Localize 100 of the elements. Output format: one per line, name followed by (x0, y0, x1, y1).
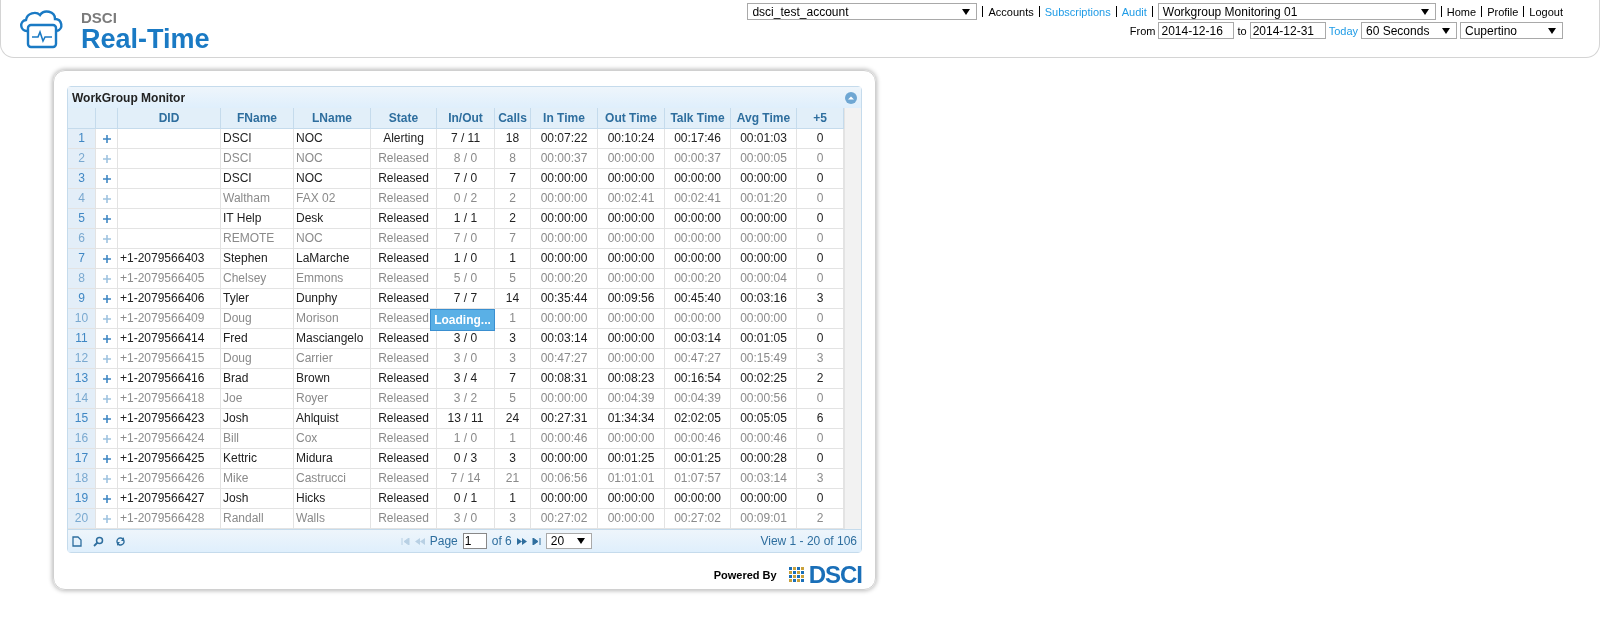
state-cell: Released (378, 311, 429, 325)
calls-cell: 7 (509, 231, 516, 245)
in-time-cell: 00:47:27 (540, 351, 588, 365)
column-header[interactable]: Talk Time (665, 108, 731, 128)
in-time-cell: 00:03:14 (540, 331, 588, 345)
in-time-cell: 00:00:00 (540, 451, 588, 465)
did-cell: +1-2079566423 (120, 411, 205, 425)
first-name-cell: Josh (223, 411, 249, 425)
expand-icon[interactable] (102, 334, 111, 343)
first-name-cell: DSCI (223, 171, 252, 185)
location-select[interactable]: Cupertino (1460, 22, 1563, 39)
did-cell: +1-2079566424 (120, 431, 205, 445)
page-number-field[interactable]: 1 (462, 533, 487, 549)
expand-icon[interactable] (102, 434, 111, 443)
expand-icon[interactable] (102, 234, 111, 243)
state-cell: Released (378, 351, 429, 365)
column-header[interactable]: State (371, 108, 437, 128)
expand-icon[interactable] (102, 514, 111, 523)
last-name-cell: Dunphy (296, 291, 338, 305)
today-link[interactable]: Today (1328, 24, 1358, 37)
expand-icon[interactable] (102, 274, 111, 283)
last-name-cell: Morison (296, 311, 339, 325)
avg-time-cell: 00:00:28 (740, 451, 787, 465)
refresh-icon[interactable] (115, 535, 126, 547)
collapse-icon[interactable] (845, 91, 857, 104)
state-cell: Released (378, 371, 429, 385)
in-out-cell: 7 / 7 (453, 291, 478, 305)
search-icon[interactable] (93, 535, 104, 547)
column-header[interactable]: Avg Time (731, 108, 797, 128)
expand-icon[interactable] (102, 414, 111, 423)
nav-link[interactable]: Logout (1529, 5, 1563, 18)
interval-select[interactable]: 60 Seconds (1361, 22, 1457, 39)
last-name-cell: Desk (296, 211, 324, 225)
expand-icon[interactable] (102, 214, 111, 223)
column-header[interactable]: Out Time (598, 108, 665, 128)
nav-link[interactable]: Audit (1121, 5, 1147, 18)
expand-icon[interactable] (102, 454, 111, 463)
expand-icon[interactable] (102, 294, 111, 303)
nav-link[interactable]: Home (1446, 5, 1477, 18)
to-date-field[interactable]: 2014-12-31 (1249, 22, 1326, 39)
expand-icon[interactable] (102, 154, 111, 163)
calls-cell: 3 (509, 351, 516, 365)
expand-icon[interactable] (102, 194, 111, 203)
rows-per-page-select[interactable]: 20 (545, 533, 592, 549)
did-cell: +1-2079566409 (120, 311, 205, 325)
column-header[interactable]: DID (118, 108, 221, 128)
nav-link[interactable]: Profile (1487, 5, 1519, 18)
extra-cell: 0 (816, 431, 824, 445)
expand-icon[interactable] (102, 314, 111, 323)
in-time-cell: 00:35:44 (540, 291, 588, 305)
column-header[interactable]: LName (294, 108, 371, 128)
expand-icon[interactable] (102, 394, 111, 403)
first-name-cell: Kettric (223, 451, 257, 465)
last-name-cell: LaMarche (296, 251, 350, 265)
avg-time-cell: 00:00:00 (740, 211, 787, 225)
did-cell: +1-2079566426 (120, 471, 205, 485)
row-number: 12 (68, 349, 96, 368)
calls-cell: 7 (509, 371, 516, 385)
talk-time-cell: 02:02:05 (674, 411, 721, 425)
did-cell: +1-2079566415 (120, 351, 205, 365)
state-cell: Released (378, 411, 429, 425)
page-count: of 6 (491, 534, 512, 548)
from-date-field[interactable]: 2014-12-16 (1158, 22, 1235, 39)
column-header[interactable]: In/Out (437, 108, 495, 128)
page-icon[interactable] (72, 535, 82, 547)
account-select[interactable]: dsci_test_account (747, 3, 978, 20)
did-cell: +1-2079566416 (120, 371, 205, 385)
expand-icon[interactable] (102, 174, 111, 183)
nav-link[interactable]: Accounts (988, 5, 1034, 18)
column-header[interactable]: Calls (495, 108, 531, 128)
column-header[interactable]: In Time (531, 108, 598, 128)
extra-cell: 3 (816, 291, 824, 305)
state-cell: Released (378, 391, 429, 405)
last-page-icon[interactable] (531, 537, 541, 545)
out-time-cell: 01:01:01 (607, 471, 655, 485)
extra-cell: 0 (816, 171, 824, 185)
last-name-cell: Masciangelo (296, 331, 364, 345)
talk-time-cell: 00:00:00 (674, 211, 721, 225)
first-name-cell: Randall (223, 511, 264, 525)
expand-icon[interactable] (102, 494, 111, 503)
last-name-cell: Midura (296, 451, 333, 465)
to-label: to (1237, 24, 1247, 37)
next-page-icon[interactable] (516, 537, 527, 545)
expand-icon[interactable] (102, 354, 111, 363)
avg-time-cell: 00:01:03 (740, 131, 787, 145)
expand-icon[interactable] (102, 254, 111, 263)
in-time-cell: 00:00:00 (540, 211, 588, 225)
extra-cell: 2 (816, 511, 824, 525)
first-name-cell: Joe (223, 391, 243, 405)
expand-icon[interactable] (102, 134, 111, 143)
expand-icon[interactable] (102, 374, 111, 383)
row-number: 8 (68, 269, 96, 288)
workgroup-select[interactable]: Workgroup Monitoring 01 (1157, 3, 1436, 20)
talk-time-cell: 00:00:00 (674, 171, 721, 185)
last-name-cell: Castrucci (296, 471, 346, 485)
nav-link[interactable]: Subscriptions (1044, 5, 1111, 18)
column-header[interactable]: FName (221, 108, 294, 128)
scrollbar-track[interactable] (844, 108, 861, 529)
expand-icon[interactable] (102, 474, 111, 483)
in-time-cell: 00:00:37 (540, 151, 588, 165)
